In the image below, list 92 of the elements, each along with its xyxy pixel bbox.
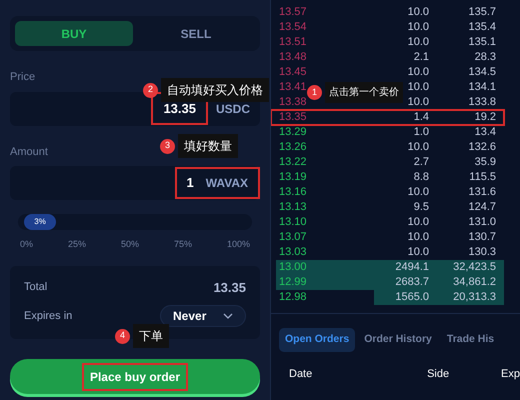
column-header: Exp (501, 367, 520, 382)
total-cell: 20,313.3 (453, 291, 496, 304)
total-cell: 131.6 (468, 186, 496, 198)
orders-tab[interactable]: Trade His (440, 328, 500, 352)
column-header: Date (289, 367, 314, 382)
orders-tab[interactable]: Order History (358, 328, 438, 352)
total-cell: 130.7 (468, 231, 496, 244)
amount-cell: 9.5 (414, 201, 429, 214)
amount-cell: 1565.0 (395, 291, 429, 304)
annotation-tooltip: 下单 (133, 324, 169, 348)
side-tab[interactable]: BUY (15, 21, 133, 46)
amount-cell: 10.0 (408, 216, 429, 228)
slider-tick-label: 0% (20, 238, 34, 251)
total-cell: 28.3 (474, 51, 496, 64)
amount-cell: 10.0 (408, 246, 429, 258)
slider-tick-label: 100% (226, 238, 250, 251)
price-cell: 13.07 (279, 231, 307, 244)
annotation-tooltip: 点击第一个卖价 (325, 82, 403, 103)
price-cell: 13.41 (279, 81, 307, 94)
price-cell: 13.54 (279, 21, 307, 34)
price-cell: 13.16 (279, 186, 307, 198)
total-cell: 115.5 (469, 171, 496, 184)
total-cell: 135.4 (468, 21, 496, 34)
total-cell: 124.7 (468, 201, 496, 214)
total-cell: 134.5 (468, 66, 496, 78)
amount-cell: 1.4 (414, 111, 429, 124)
total-label: Total (24, 280, 48, 295)
price-cell: 13.29 (279, 126, 307, 138)
amount-cell: 2494.1 (395, 261, 429, 274)
total-cell: 130.3 (468, 246, 496, 258)
slider-track[interactable]: 3% (18, 214, 252, 230)
price-cell: 13.48 (279, 51, 307, 64)
slider-tick-label: 50% (120, 238, 139, 251)
amount-cell: 2.1 (414, 51, 429, 64)
price-cell: 13.35 (279, 111, 307, 124)
slider-tick-label: 75% (174, 238, 192, 251)
amount-cell: 1.0 (414, 126, 429, 138)
total-cell: 134.1 (468, 81, 496, 94)
amount-cell: 10.0 (408, 81, 429, 94)
amount-cell: 10.0 (408, 96, 429, 108)
amount-field[interactable]: 1 WAVAX (10, 166, 260, 200)
annotation-tooltip: 自动填好买入价格 (161, 78, 269, 102)
side-tab[interactable]: SELL (137, 21, 255, 46)
price-cell: 13.26 (279, 141, 307, 154)
field-label: Price (10, 70, 36, 85)
column-header: Side (427, 367, 450, 382)
selected-order-row[interactable]: 13.35 1.4 19.2 (271, 110, 504, 125)
amount-cell: 2.7 (414, 156, 429, 168)
total-cell: 32,423.5 (453, 261, 496, 274)
slider-tick-label: 25% (68, 238, 86, 251)
expiry-dropdown[interactable]: Never (160, 305, 246, 327)
total-cell: 132.6 (468, 141, 496, 154)
price-cell: 13.00 (279, 261, 307, 274)
field-label: Amount (10, 144, 48, 160)
amount-cell: 2683.7 (395, 276, 429, 288)
total-cell: 13.4 (474, 126, 496, 138)
price-cell: 13.51 (279, 36, 307, 48)
orders-tab[interactable]: Open Orders (279, 328, 356, 352)
price-cell: 13.13 (279, 201, 307, 214)
amount-cell: 10.0 (408, 186, 429, 198)
amount-cell: 10.0 (408, 6, 429, 18)
chevron-down-icon (223, 313, 233, 319)
total-value: 13.35 (213, 278, 246, 296)
total-cell: 131.0 (468, 216, 496, 228)
total-cell: 135.7 (468, 6, 496, 18)
price-cell: 13.03 (279, 246, 307, 258)
price-cell: 13.19 (279, 171, 307, 184)
amount-cell: 10.0 (408, 66, 429, 78)
price-cell: 12.99 (279, 276, 307, 288)
total-cell: 133.8 (468, 96, 496, 108)
amount-cell: 10.0 (408, 231, 429, 244)
currency-unit: USDC (216, 100, 250, 118)
price-cell: 12.98 (279, 291, 307, 304)
total-cell: 35.9 (474, 156, 496, 168)
total-cell: 34,861.2 (453, 276, 496, 288)
amount-cell: 10.0 (408, 36, 429, 48)
expires-label: Expires in (24, 308, 72, 324)
total-cell: 135.1 (468, 36, 496, 48)
price-cell: 13.10 (279, 216, 307, 228)
amount-number: 1 (186, 174, 194, 192)
total-cell: 19.2 (474, 111, 496, 124)
slider-thumb[interactable]: 3% (24, 214, 56, 230)
price-cell: 13.45 (279, 66, 307, 78)
price-cell: 13.38 (279, 96, 307, 108)
price-cell: 13.22 (279, 156, 307, 168)
button-label: Place buy order (84, 364, 186, 388)
amount-cell: 10.0 (408, 21, 429, 34)
amount-cell: 8.8 (414, 171, 429, 184)
amount-cell: 10.0 (408, 141, 429, 154)
price-cell: 13.57 (279, 6, 307, 18)
annotation-tooltip: 填好数量 (178, 134, 238, 158)
token-unit: WAVAX (206, 175, 248, 192)
